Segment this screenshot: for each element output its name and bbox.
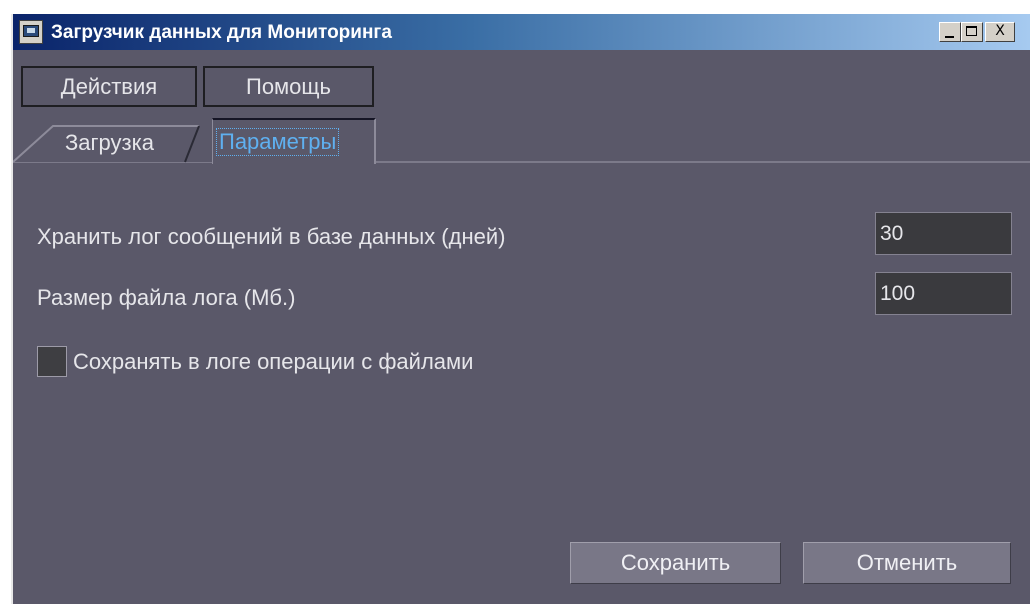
close-icon: X [995,23,1005,39]
save-button[interactable]: Сохранить [570,542,781,584]
minimize-icon [945,36,954,38]
help-menu-button[interactable]: Помощь [203,66,374,107]
save-button-label: Сохранить [620,550,731,575]
window-title: Загрузчик данных для Мониторинга [51,22,392,43]
tab-load-label[interactable]: Загрузка [65,130,154,156]
actions-menu-button[interactable]: Действия [21,66,197,107]
keep-log-days-label: Хранить лог сообщений в базе данных (дне… [37,224,506,249]
title-bar[interactable]: Загрузчик данных для Мониторинга X [13,14,1030,50]
keep-log-days-input[interactable] [875,212,1012,255]
maximize-button[interactable] [961,22,983,42]
file-ops-checkbox-label[interactable]: Сохранять в логе операции с файлами [73,349,473,375]
help-menu-label: Помощь [246,74,331,99]
tab-params[interactable]: Параметры [212,118,376,164]
main-window: Загрузчик данных для Мониторинга X Дейст… [11,14,1030,604]
cancel-button[interactable]: Отменить [803,542,1011,584]
log-file-size-input[interactable] [875,272,1012,315]
cancel-button-label: Отменить [856,550,958,575]
monitor-app-icon[interactable] [19,20,43,44]
minimize-button[interactable] [939,22,961,42]
tab-params-label: Параметры [216,128,340,156]
maximize-icon [966,26,977,36]
log-file-size-label: Размер файла лога (Мб.) [37,285,296,310]
close-button[interactable]: X [985,22,1015,42]
file-ops-checkbox[interactable] [37,346,67,377]
actions-menu-label: Действия [60,74,158,99]
